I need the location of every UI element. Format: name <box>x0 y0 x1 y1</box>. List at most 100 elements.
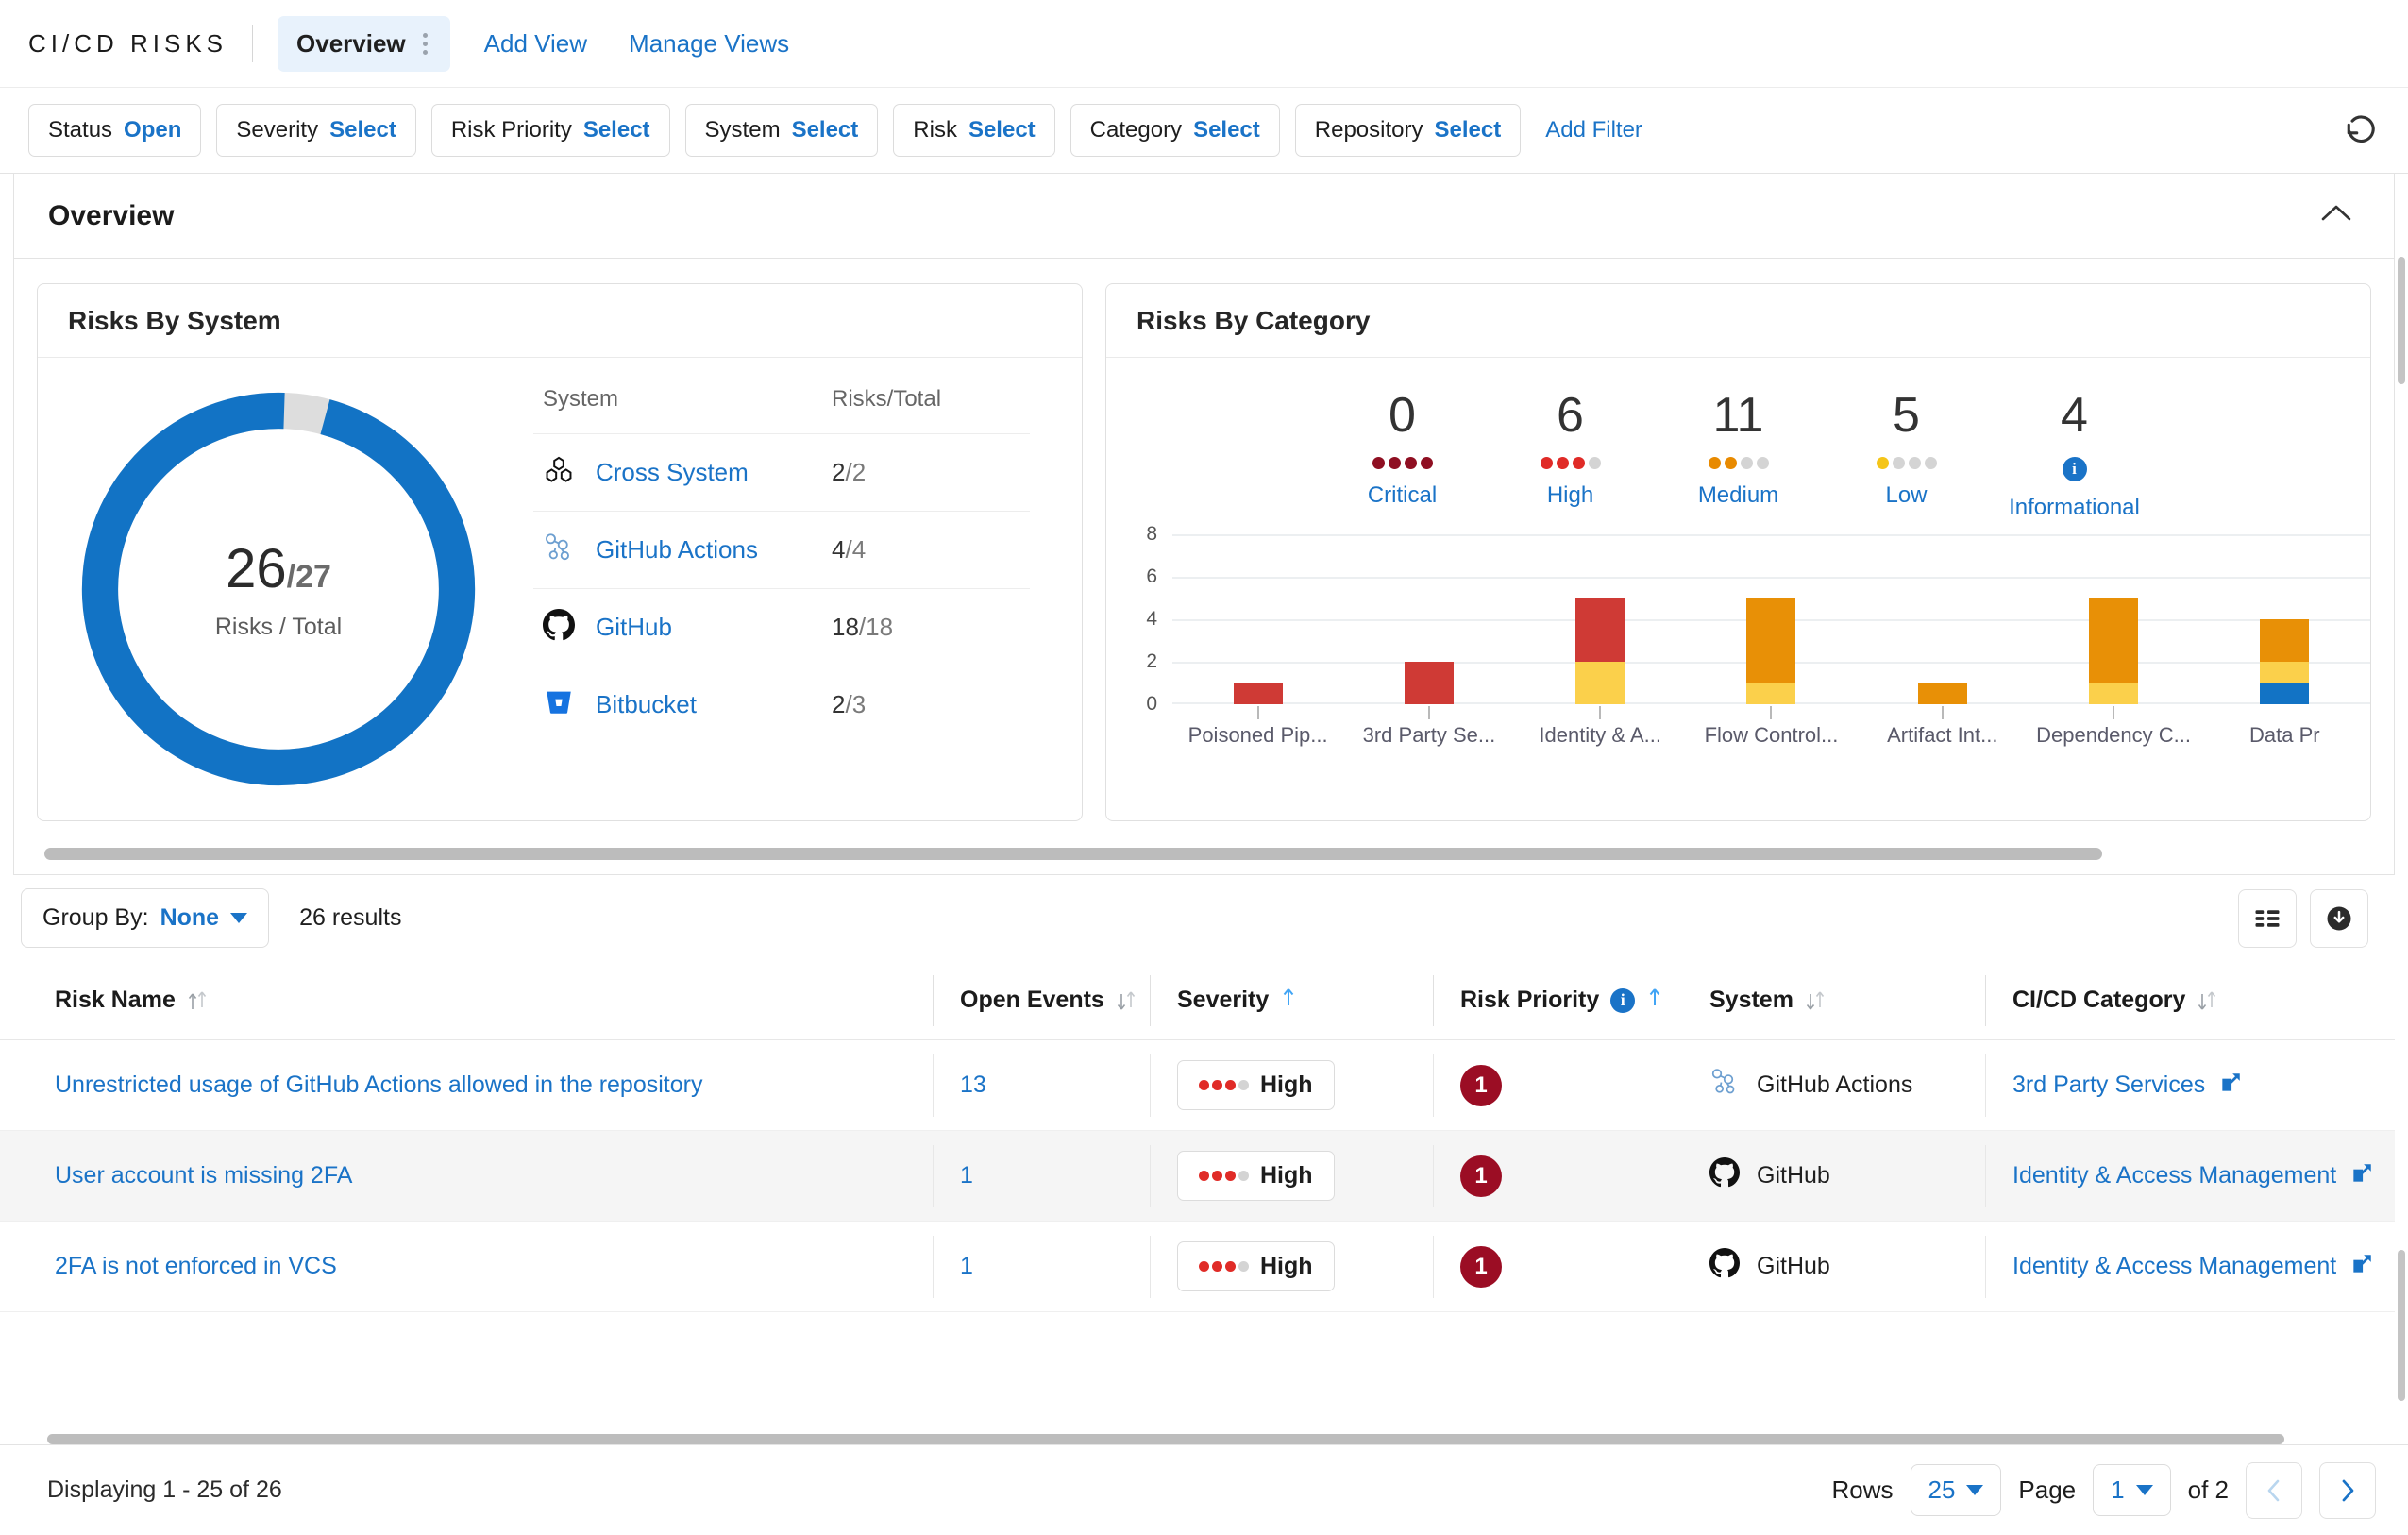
column-header-risk-name[interactable]: Risk Name <box>55 975 933 1026</box>
system-link[interactable]: GitHub Actions <box>596 535 758 565</box>
table-row[interactable]: Unrestricted usage of GitHub Actions all… <box>0 1040 2408 1131</box>
sort-both-icon[interactable] <box>1805 989 1826 1012</box>
reset-filters-icon[interactable] <box>2340 110 2382 151</box>
info-icon[interactable]: i <box>1610 987 1636 1013</box>
external-link-icon[interactable] <box>2349 1252 2374 1281</box>
severity-label[interactable]: Informational <box>1991 495 2159 521</box>
add-view-button[interactable]: Add View <box>463 18 608 70</box>
tab-overview[interactable]: Overview <box>278 15 450 72</box>
info-icon: i <box>2062 456 2087 481</box>
add-filter-button[interactable]: Add Filter <box>1545 117 1642 143</box>
filter-chip-category[interactable]: Category Select <box>1069 104 1280 157</box>
filter-chip-risk-priority[interactable]: Risk Priority Select <box>430 104 670 157</box>
bar-slot-2[interactable] <box>1515 534 1686 719</box>
table-horizontal-scrollbar[interactable] <box>47 1434 2376 1444</box>
overview-horizontal-scrollbar[interactable] <box>44 848 2371 861</box>
severity-item-critical[interactable]: 0 Critical <box>1319 390 1487 521</box>
severity-label[interactable]: Critical <box>1319 482 1487 509</box>
risks-by-category-header: Risks By Category <box>1106 284 2370 358</box>
severity-item-informational[interactable]: 4 i Informational <box>1991 390 2159 521</box>
external-link-icon[interactable] <box>2218 1071 2243 1100</box>
table-row[interactable]: User account is missing 2FA 1 High 1 Git… <box>0 1131 2408 1222</box>
severity-label[interactable]: High <box>1487 482 1655 509</box>
sort-both-icon[interactable] <box>187 989 208 1012</box>
severity-dots-high <box>1487 456 1655 469</box>
severity-label[interactable]: Medium <box>1655 482 1823 509</box>
kebab-menu-icon[interactable] <box>419 31 431 57</box>
filter-chip-system[interactable]: System Select <box>684 104 879 157</box>
open-events-value[interactable]: 1 <box>960 1253 973 1280</box>
y-tick-2: 2 <box>1146 649 1157 672</box>
sort-both-icon[interactable] <box>2197 989 2217 1012</box>
page-select[interactable]: 1 <box>2093 1464 2171 1516</box>
category-link[interactable]: Identity & Access Management <box>2012 1162 2336 1189</box>
scrollbar-thumb-table[interactable] <box>2398 1250 2405 1401</box>
system-link[interactable]: Cross System <box>596 458 749 487</box>
sort-asc-icon[interactable] <box>1280 986 1297 1015</box>
column-label: Risk Name <box>55 987 176 1013</box>
bar[interactable] <box>1233 683 1283 704</box>
github-icon <box>543 609 575 646</box>
system-row-bitbucket[interactable]: Bitbucket 2/3 <box>533 666 1030 743</box>
column-header-risk-priority[interactable]: Risk Priority i <box>1433 974 1683 1026</box>
category-link[interactable]: Identity & Access Management <box>2012 1253 2336 1280</box>
vertical-scrollbar[interactable] <box>2395 174 2408 1444</box>
external-link-icon[interactable] <box>2349 1161 2374 1190</box>
filter-key: Category <box>1089 117 1183 143</box>
system-row-cross-system[interactable]: Cross System 2/2 <box>533 433 1030 511</box>
collapse-chevron-up-icon[interactable] <box>2313 195 2360 236</box>
sort-asc-icon[interactable] <box>1646 986 1663 1015</box>
group-by-dropdown[interactable]: Group By: None <box>21 888 270 948</box>
system-row-github[interactable]: GitHub 18/18 <box>533 588 1030 666</box>
open-events-value[interactable]: 1 <box>960 1162 973 1189</box>
bar-slot-3[interactable] <box>1686 534 1857 719</box>
bar[interactable] <box>1575 598 1625 704</box>
bar[interactable] <box>1917 683 1967 704</box>
bar-slot-4[interactable] <box>1857 534 2028 719</box>
risk-name-link[interactable]: User account is missing 2FA <box>55 1162 352 1189</box>
sort-both-icon[interactable] <box>1116 989 1137 1012</box>
bar[interactable] <box>1746 598 1796 704</box>
table-row[interactable]: 2FA is not enforced in VCS 1 High 1 GitH… <box>0 1222 2408 1312</box>
bar[interactable] <box>2260 618 2310 704</box>
column-settings-icon[interactable] <box>2238 888 2297 948</box>
pagination-controls: Rows 25 Page 1 of 2 <box>1831 1461 2376 1519</box>
filter-chip-status[interactable]: Status Open <box>28 104 202 157</box>
bar[interactable] <box>1404 661 1454 704</box>
rows-per-page-select[interactable]: 25 <box>1910 1464 2002 1516</box>
scrollbar-thumb[interactable] <box>47 1434 2284 1444</box>
bar-slot-6[interactable] <box>2199 534 2370 704</box>
bar-slot-5[interactable] <box>2028 534 2198 719</box>
filter-chip-risk[interactable]: Risk Select <box>893 104 1055 157</box>
column-header-cicd-category[interactable]: CI/CD Category <box>1985 974 2408 1026</box>
open-events-value[interactable]: 13 <box>960 1071 986 1099</box>
severity-item-low[interactable]: 5 Low <box>1823 390 1991 521</box>
export-download-icon[interactable] <box>2310 888 2368 948</box>
column-label: CI/CD Category <box>2012 987 2186 1013</box>
bar-slot-1[interactable] <box>1343 534 1514 719</box>
filter-chip-repository[interactable]: Repository Select <box>1294 104 1522 157</box>
column-header-open-events[interactable]: Open Events <box>933 974 1150 1026</box>
scrollbar-thumb-top[interactable] <box>2398 257 2405 384</box>
severity-label[interactable]: Low <box>1823 482 1991 509</box>
next-page-button[interactable] <box>2319 1461 2376 1519</box>
table-header-row: Risk Name Open Events Severity Risk Prio… <box>0 961 2408 1040</box>
system-link[interactable]: GitHub <box>596 613 672 642</box>
column-header-severity[interactable]: Severity <box>1150 974 1433 1026</box>
cell-system: GitHub <box>1683 1236 1985 1298</box>
filter-chip-severity[interactable]: Severity Select <box>216 104 416 157</box>
column-header-system[interactable]: System <box>1683 975 1985 1026</box>
system-row-github-actions[interactable]: GitHub Actions 4/4 <box>533 511 1030 588</box>
risk-name-link[interactable]: 2FA is not enforced in VCS <box>55 1253 337 1280</box>
group-by-value: None <box>160 904 220 931</box>
bar[interactable] <box>2089 598 2139 704</box>
severity-item-medium[interactable]: 11 Medium <box>1655 390 1823 521</box>
category-link[interactable]: 3rd Party Services <box>2012 1071 2205 1099</box>
system-link[interactable]: Bitbucket <box>596 690 697 719</box>
severity-item-high[interactable]: 6 High <box>1487 390 1655 521</box>
scrollbar-thumb[interactable] <box>44 848 2102 860</box>
previous-page-button[interactable] <box>2246 1461 2302 1519</box>
risk-name-link[interactable]: Unrestricted usage of GitHub Actions all… <box>55 1071 702 1099</box>
manage-views-button[interactable]: Manage Views <box>608 18 810 70</box>
bar-slot-0[interactable] <box>1172 534 1343 719</box>
